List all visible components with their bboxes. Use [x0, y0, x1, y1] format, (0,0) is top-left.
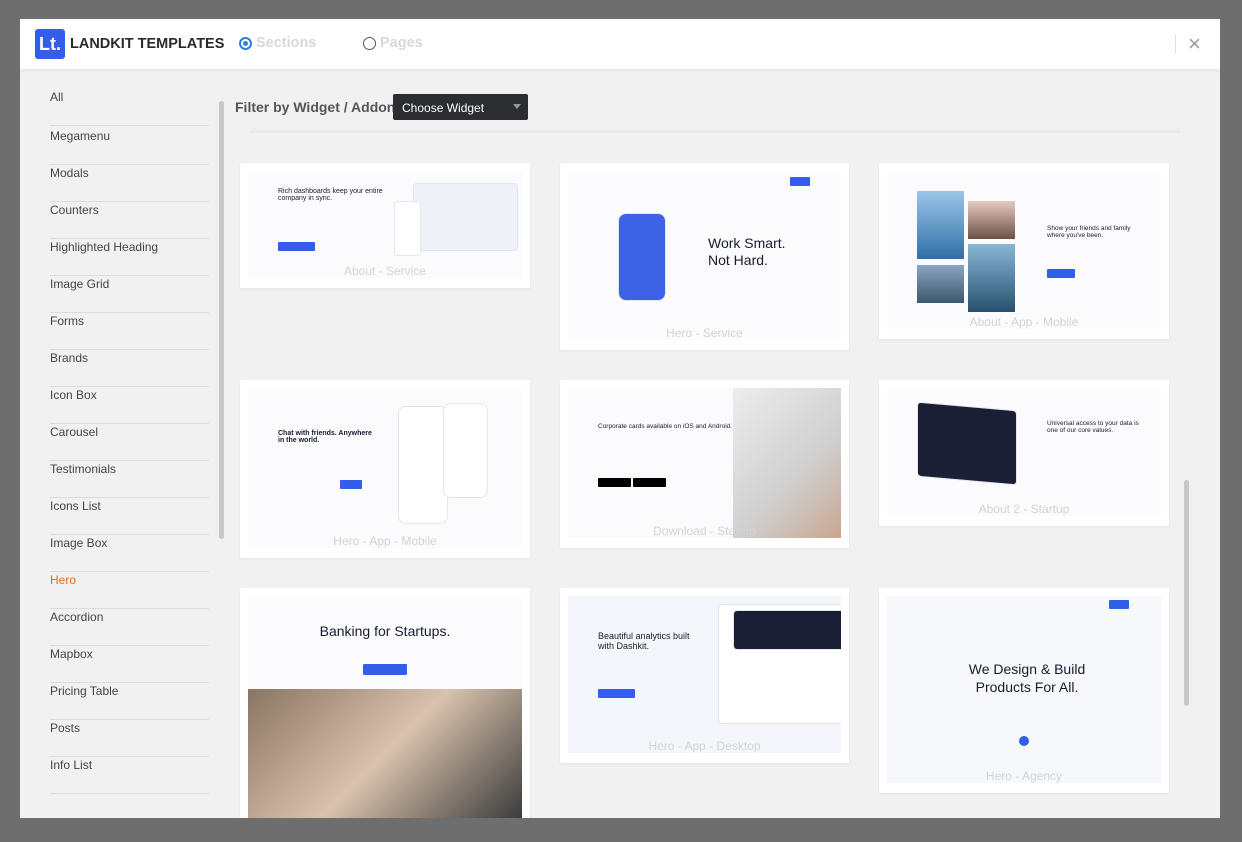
sidebar-item-hero[interactable]: Hero	[50, 572, 209, 609]
app-store-badge	[598, 478, 631, 487]
template-card[interactable]: Show your friends and family where you'v…	[879, 163, 1169, 339]
thumb-headline: Show your friends and family where you'v…	[1047, 225, 1131, 239]
template-thumbnail: Corporate cards available on iOS and And…	[568, 388, 841, 538]
template-card[interactable]: Banking for Startups.	[240, 588, 530, 818]
sidebar-scrollbar[interactable]	[219, 101, 224, 539]
photo	[968, 244, 1015, 312]
card-label: Hero - App - Desktop	[648, 739, 761, 753]
template-thumbnail: Beautiful analytics built with Dashkit.	[568, 596, 841, 753]
sidebar-item-icons-list[interactable]: Icons List	[50, 498, 209, 535]
template-card[interactable]: Beautiful analytics built with Dashkit. …	[560, 588, 849, 763]
photo	[248, 689, 522, 818]
template-thumbnail: Show your friends and family where you'v…	[887, 171, 1161, 329]
chart-mockup	[733, 610, 841, 650]
template-thumbnail: Banking for Startups.	[248, 596, 522, 818]
template-thumbnail: Work Smart. Not Hard.	[568, 171, 841, 340]
sidebar-item-icon-box[interactable]: Icon Box	[50, 387, 209, 424]
dashboard-mockup	[413, 183, 518, 251]
filter-label: Filter by Widget / Addon	[235, 99, 396, 115]
sidebar-item-brands[interactable]: Brands	[50, 350, 209, 387]
sidebar-item-mapbox[interactable]: Mapbox	[50, 646, 209, 683]
photo	[968, 201, 1015, 239]
thumb-headline: Universal access to your data is one of …	[1047, 420, 1139, 434]
sidebar-item-modals[interactable]: Modals	[50, 165, 209, 202]
sidebar-item-testimonials[interactable]: Testimonials	[50, 461, 209, 498]
thumb-headline: Chat with friends. Anywhere in the world…	[278, 430, 372, 444]
radio-label: Pages	[380, 35, 423, 51]
phone-mockup	[443, 403, 488, 498]
widget-select[interactable]: Choose Widget	[393, 94, 528, 120]
card-label: Hero - Service	[666, 326, 743, 340]
photo	[733, 388, 841, 538]
sidebar-item-image-box[interactable]: Image Box	[50, 535, 209, 572]
sidebar-item-forms[interactable]: Forms	[50, 313, 209, 350]
template-thumbnail: We Design & Build Products For All.	[887, 596, 1161, 783]
card-label: Hero - App - Mobile	[333, 534, 437, 548]
modal-title: LANDKIT TEMPLATES	[70, 36, 225, 52]
thumb-headline: Work Smart. Not Hard.	[708, 235, 786, 268]
phone-illustration	[618, 213, 666, 301]
template-card[interactable]: Rich dashboards keep your entire company…	[240, 163, 530, 288]
thumb-headline: Corporate cards available on iOS and And…	[598, 423, 733, 430]
card-label: About - Service	[343, 264, 427, 278]
template-thumbnail: Universal access to your data is one of …	[887, 388, 1161, 516]
modal-header: Lt. LANDKIT TEMPLATES Sections Pages ×	[20, 19, 1220, 69]
radio-sections[interactable]: Sections	[239, 35, 316, 51]
content-scrollbar[interactable]	[1184, 480, 1189, 706]
template-card[interactable]: Chat with friends. Anywhere in the world…	[240, 380, 530, 558]
caret-down-icon	[513, 104, 521, 109]
radio-pages[interactable]: Pages	[363, 35, 423, 51]
templates-modal: Lt. LANDKIT TEMPLATES Sections Pages × A…	[20, 19, 1220, 818]
thumb-headline: We Design & Build Products For All.	[968, 661, 1086, 695]
sidebar-item-pricing-table[interactable]: Pricing Table	[50, 683, 209, 720]
radio-selected-icon	[239, 36, 252, 50]
sidebar-item-posts[interactable]: Posts	[50, 720, 209, 757]
card-label: About - App - Mobile	[969, 315, 1079, 329]
thumb-headline: Rich dashboards keep your entire company…	[278, 188, 383, 202]
thumb-button	[363, 664, 407, 675]
template-card[interactable]: We Design & Build Products For All. Hero…	[879, 588, 1169, 793]
template-card[interactable]: Work Smart. Not Hard. Hero - Service	[560, 163, 849, 350]
card-label: Download - Startup	[653, 524, 756, 538]
phone-mockup	[394, 201, 421, 256]
thumb-button	[278, 242, 315, 251]
card-label: Hero - Agency	[985, 769, 1063, 783]
terminal-mockup	[917, 401, 1017, 486]
sidebar-item-image-grid[interactable]: Image Grid	[50, 276, 209, 313]
template-card[interactable]: Universal access to your data is one of …	[879, 380, 1169, 526]
thumb-button	[1047, 269, 1075, 278]
google-play-badge	[633, 478, 666, 487]
divider	[250, 127, 1180, 133]
divider	[1175, 34, 1176, 54]
thumb-button	[340, 480, 362, 489]
sidebar-item-info-list[interactable]: Info List	[50, 757, 209, 794]
radio-icon	[363, 36, 376, 50]
select-value: Choose Widget	[402, 101, 485, 115]
thumb-button	[790, 177, 810, 186]
close-icon[interactable]: ×	[1188, 31, 1201, 57]
phone-mockup	[398, 406, 448, 524]
template-thumbnail: Chat with friends. Anywhere in the world…	[248, 388, 522, 548]
thumb-button	[598, 689, 635, 698]
template-thumbnail: Rich dashboards keep your entire company…	[248, 171, 522, 278]
card-label: About 2 - Startup	[978, 502, 1070, 516]
thumb-headline: Beautiful analytics built with Dashkit.	[598, 631, 690, 651]
thumb-button	[1109, 600, 1129, 609]
sidebar-item-all[interactable]: All	[50, 89, 209, 126]
sidebar-item-counters[interactable]: Counters	[50, 202, 209, 239]
photo	[917, 191, 964, 259]
thumb-headline: Banking for Startups.	[319, 623, 451, 639]
scroll-down-icon	[1019, 736, 1029, 746]
landkit-logo: Lt.	[35, 29, 65, 59]
sidebar-item-megamenu[interactable]: Megamenu	[50, 128, 209, 165]
sidebar-item-highlighted-heading[interactable]: Highlighted Heading	[50, 239, 209, 276]
template-card[interactable]: Corporate cards available on iOS and And…	[560, 380, 849, 548]
sidebar-item-carousel[interactable]: Carousel	[50, 424, 209, 461]
photo	[917, 265, 964, 303]
sidebar-item-accordion[interactable]: Accordion	[50, 609, 209, 646]
radio-label: Sections	[256, 35, 317, 51]
